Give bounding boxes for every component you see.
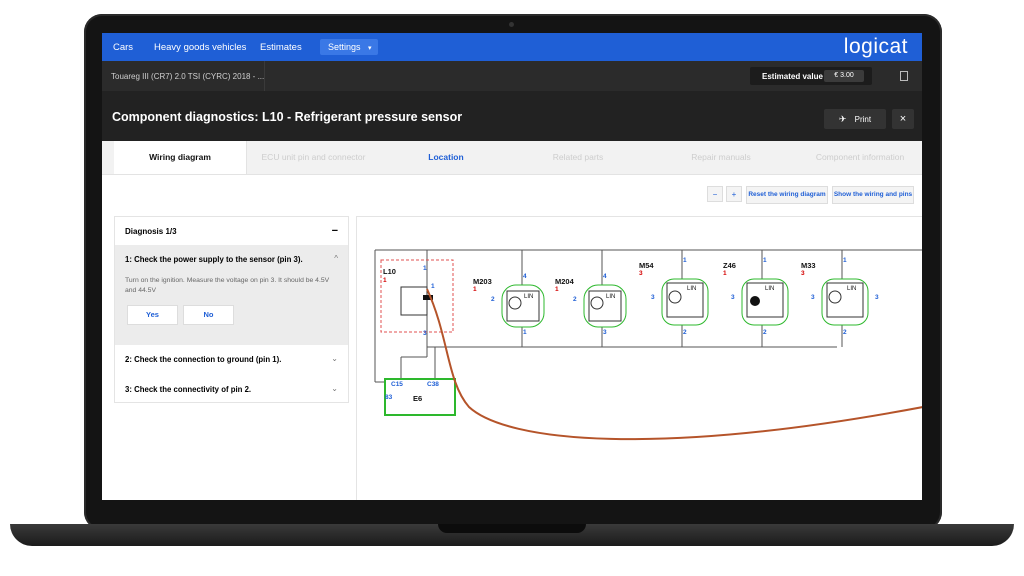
tab-bar: Wiring diagram ECU unit pin and connecto… — [102, 141, 922, 175]
tab-related-parts: Related parts — [552, 152, 604, 162]
pin-number: 1 — [683, 257, 687, 264]
pin-number: 2 — [683, 329, 687, 336]
show-wiring-and-pins-button[interactable]: Show the wiring and pins — [832, 186, 914, 204]
component-label-e6[interactable]: E6 — [413, 394, 422, 403]
nav-link-cars[interactable]: Cars — [113, 42, 133, 53]
print-button[interactable]: ✈ Print — [824, 109, 886, 129]
pin-number: 4 — [523, 273, 527, 280]
divider — [264, 61, 265, 91]
diagnosis-title: Diagnosis 1/3 — [125, 227, 177, 236]
wiring-diagram-canvas — [374, 249, 922, 441]
l10-sensor-symbol — [400, 286, 428, 316]
pin-number: 1 — [431, 283, 435, 290]
tab-repair-manuals: Repair manuals — [691, 152, 751, 162]
component-boxes — [506, 282, 864, 322]
vehicle-name[interactable]: Touareg III (CR7) 2.0 TSI (CYRC) 2018 - … — [111, 72, 264, 81]
ecu-pin-83: 83 — [385, 394, 393, 401]
tab-ecu-unit-pin-and-connector: ECU unit pin and connector — [261, 152, 366, 162]
lin-label: LIN — [847, 286, 857, 292]
settings-dropdown[interactable]: Settings ▾ — [320, 39, 378, 55]
logicat-logo: logicat — [843, 35, 908, 58]
component-label-m54[interactable]: M54 — [639, 261, 654, 270]
component-ref-l10: 1 — [383, 277, 387, 284]
component-label-m33[interactable]: M33 — [801, 261, 816, 270]
page-title: Component diagnostics: L10 - Refrigerant… — [112, 110, 463, 124]
ecu-connector-c15: C15 — [391, 381, 403, 388]
component-ref-m203: 1 — [473, 286, 477, 293]
pin-number: 1 — [523, 329, 527, 336]
lin-label: LIN — [524, 294, 534, 300]
zoom-out-button[interactable]: − — [707, 186, 723, 202]
estimated-value-label: Estimated value — [762, 72, 823, 81]
lin-label: LIN — [687, 286, 697, 292]
step-2-title[interactable]: 2: Check the connection to ground (pin 1… — [125, 355, 281, 364]
pin-number: 2 — [491, 296, 495, 303]
camera-icon — [509, 22, 514, 27]
laptop-notch — [438, 524, 586, 533]
nav-link-heavy-goods-vehicles[interactable]: Heavy goods vehicles — [154, 42, 246, 53]
pin-number: 1 — [843, 257, 847, 264]
pin-number: 1 — [763, 257, 767, 264]
tab-component-information: Component information — [815, 152, 905, 162]
pin-number: 3 — [651, 294, 655, 301]
yes-button[interactable]: Yes — [127, 305, 178, 325]
component-ref-m54: 3 — [639, 270, 643, 277]
tab-wiring-diagram[interactable]: Wiring diagram — [114, 141, 247, 174]
pin-number: 1 — [423, 265, 427, 272]
zoom-in-button[interactable]: + — [726, 186, 742, 202]
pin-number: 2 — [763, 329, 767, 336]
collapse-icon[interactable]: − — [332, 225, 338, 237]
pin-number: 3 — [603, 329, 607, 336]
top-navigation: Cars Heavy goods vehicles Estimates Sett… — [102, 33, 922, 61]
estimated-value-amount: € 3.00 — [824, 70, 864, 82]
pin-number: 2 — [843, 329, 847, 336]
diagnosis-header[interactable]: Diagnosis 1/3 − — [115, 217, 348, 246]
title-bar: Component diagnostics: L10 - Refrigerant… — [102, 91, 922, 141]
pin-number: 4 — [603, 273, 607, 280]
tab-location[interactable]: Location — [380, 141, 512, 174]
chevron-down-icon[interactable]: ⌄ — [331, 354, 338, 363]
close-button[interactable]: × — [892, 109, 914, 129]
component-label-z46[interactable]: Z46 — [723, 261, 736, 270]
print-icon: ✈ — [838, 114, 847, 124]
no-button[interactable]: No — [183, 305, 234, 325]
diagnosis-step-1: 1: Check the power supply to the sensor … — [115, 245, 348, 345]
app-screen: Cars Heavy goods vehicles Estimates Sett… — [102, 33, 922, 500]
reset-wiring-diagram-button[interactable]: Reset the wiring diagram — [746, 186, 828, 204]
lin-label: LIN — [765, 286, 775, 292]
estimated-value-box: Estimated value € 3.00 — [750, 67, 872, 85]
sensor-drop-icon — [750, 296, 760, 306]
component-ref-m33: 3 — [801, 270, 805, 277]
component-label-m204[interactable]: M204 — [555, 277, 574, 286]
pin-number: 3 — [875, 294, 879, 301]
step-1-description: Turn on the ignition. Measure the voltag… — [125, 277, 330, 294]
nav-link-estimates[interactable]: Estimates — [260, 42, 302, 53]
component-label-m203[interactable]: M203 — [473, 277, 492, 286]
step-3-title[interactable]: 3: Check the connectivity of pin 2. — [125, 385, 251, 394]
chevron-up-icon[interactable]: ^ — [334, 254, 338, 263]
step-1-title[interactable]: 1: Check the power supply to the sensor … — [125, 255, 303, 264]
pin-number: 3 — [423, 330, 427, 337]
pin-number: 2 — [573, 296, 577, 303]
component-ref-m204: 1 — [555, 286, 559, 293]
print-label: Print — [854, 115, 872, 124]
lin-label: LIN — [606, 294, 616, 300]
ecu-connector-c38: C38 — [427, 381, 439, 388]
pin-number: 3 — [811, 294, 815, 301]
settings-label: Settings — [328, 42, 361, 52]
vehicle-bar: Touareg III (CR7) 2.0 TSI (CYRC) 2018 - … — [102, 61, 922, 91]
diagnosis-panel: Diagnosis 1/3 − 1: Check the power suppl… — [114, 216, 349, 403]
document-icon[interactable] — [900, 71, 908, 81]
wiring-diagram[interactable]: L10 1 M203 1 M204 1 M54 3 Z46 1 M33 3 LI… — [356, 216, 922, 500]
component-label-l10[interactable]: L10 — [383, 267, 396, 276]
chevron-down-icon: ▾ — [368, 45, 372, 52]
pin-number: 3 — [731, 294, 735, 301]
chevron-down-icon[interactable]: ⌄ — [331, 384, 338, 393]
component-ref-z46: 1 — [723, 270, 727, 277]
